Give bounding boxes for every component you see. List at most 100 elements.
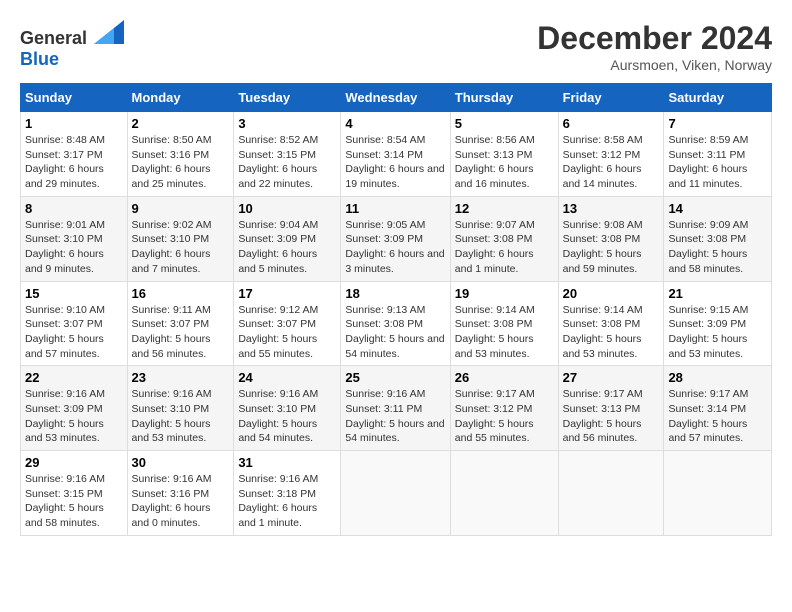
day-info: Sunrise: 9:14 AMSunset: 3:08 PMDaylight:… <box>563 304 643 360</box>
day-number: 18 <box>345 286 445 301</box>
day-number: 26 <box>455 370 554 385</box>
calendar-cell: 21 Sunrise: 9:15 AMSunset: 3:09 PMDayligh… <box>664 281 772 366</box>
day-info: Sunrise: 9:08 AMSunset: 3:08 PMDaylight:… <box>563 219 643 275</box>
day-info: Sunrise: 9:16 AMSunset: 3:18 PMDaylight:… <box>238 473 318 529</box>
calendar-cell: 25Sunrise: 9:16 AMSunset: 3:11 PMDayligh… <box>341 366 450 451</box>
calendar-cell: 4Sunrise: 8:54 AMSunset: 3:14 PMDaylight… <box>341 112 450 197</box>
calendar-cell: 19Sunrise: 9:14 AMSunset: 3:08 PMDayligh… <box>450 281 558 366</box>
day-number: 3 <box>238 116 336 131</box>
logo: General Blue <box>20 20 124 70</box>
day-number: 1 <box>25 116 123 131</box>
day-info: Sunrise: 9:16 AMSunset: 3:10 PMDaylight:… <box>238 388 318 444</box>
day-info: Sunrise: 8:58 AMSunset: 3:12 PMDaylight:… <box>563 134 643 190</box>
day-info: Sunrise: 9:01 AMSunset: 3:10 PMDaylight:… <box>25 219 105 275</box>
day-number: 6 <box>563 116 660 131</box>
day-number: 24 <box>238 370 336 385</box>
day-info: Sunrise: 8:52 AMSunset: 3:15 PMDaylight:… <box>238 134 318 190</box>
weekday-header-saturday: Saturday <box>664 84 772 112</box>
day-info: Sunrise: 8:54 AMSunset: 3:14 PMDaylight:… <box>345 134 444 190</box>
calendar-cell: 22Sunrise: 9:16 AMSunset: 3:09 PMDayligh… <box>21 366 128 451</box>
day-number: 7 <box>668 116 767 131</box>
calendar-cell: 24 Sunrise: 9:16 AMSunset: 3:10 PMDayligh… <box>234 366 341 451</box>
day-info: Sunrise: 9:16 AMSunset: 3:09 PMDaylight:… <box>25 388 105 444</box>
day-info: Sunrise: 9:16 AMSunset: 3:10 PMDaylight:… <box>132 388 212 444</box>
day-number: 8 <box>25 201 123 216</box>
calendar-cell: 30Sunrise: 9:16 AMSunset: 3:16 PMDayligh… <box>127 451 234 536</box>
weekday-header-tuesday: Tuesday <box>234 84 341 112</box>
weekday-header-wednesday: Wednesday <box>341 84 450 112</box>
logo-blue: Blue <box>20 49 59 69</box>
calendar-cell: 27 Sunrise: 9:17 AMSunset: 3:13 PMDayligh… <box>558 366 664 451</box>
day-info: Sunrise: 8:59 AMSunset: 3:11 PMDaylight:… <box>668 134 748 190</box>
day-number: 5 <box>455 116 554 131</box>
calendar-cell: 15 Sunrise: 9:10 AMSunset: 3:07 PMDayligh… <box>21 281 128 366</box>
calendar-header: SundayMondayTuesdayWednesdayThursdayFrid… <box>21 84 772 112</box>
day-info: Sunrise: 9:07 AMSunset: 3:08 PMDaylight:… <box>455 219 535 275</box>
day-number: 13 <box>563 201 660 216</box>
day-number: 21 <box>668 286 767 301</box>
calendar-cell: 6 Sunrise: 8:58 AMSunset: 3:12 PMDaylight… <box>558 112 664 197</box>
title-block: December 2024 Aursmoen, Viken, Norway <box>537 20 772 73</box>
calendar-cell: 13 Sunrise: 9:08 AMSunset: 3:08 PMDayligh… <box>558 196 664 281</box>
calendar-table: SundayMondayTuesdayWednesdayThursdayFrid… <box>20 83 772 536</box>
calendar-cell: 28Sunrise: 9:17 AMSunset: 3:14 PMDayligh… <box>664 366 772 451</box>
day-number: 9 <box>132 201 230 216</box>
weekday-header-sunday: Sunday <box>21 84 128 112</box>
day-number: 2 <box>132 116 230 131</box>
day-number: 20 <box>563 286 660 301</box>
day-info: Sunrise: 9:09 AMSunset: 3:08 PMDaylight:… <box>668 219 748 275</box>
weekday-header-friday: Friday <box>558 84 664 112</box>
calendar-cell <box>341 451 450 536</box>
day-info: Sunrise: 9:11 AMSunset: 3:07 PMDaylight:… <box>132 304 211 360</box>
day-info: Sunrise: 9:05 AMSunset: 3:09 PMDaylight:… <box>345 219 444 275</box>
day-info: Sunrise: 9:10 AMSunset: 3:07 PMDaylight:… <box>25 304 105 360</box>
calendar-cell: 3 Sunrise: 8:52 AMSunset: 3:15 PMDaylight… <box>234 112 341 197</box>
calendar-cell <box>664 451 772 536</box>
calendar-week-2: 8 Sunrise: 9:01 AMSunset: 3:10 PMDaylight… <box>21 196 772 281</box>
day-number: 17 <box>238 286 336 301</box>
day-info: Sunrise: 9:12 AMSunset: 3:07 PMDaylight:… <box>238 304 318 360</box>
day-number: 19 <box>455 286 554 301</box>
calendar-cell: 2 Sunrise: 8:50 AMSunset: 3:16 PMDaylight… <box>127 112 234 197</box>
calendar-cell: 1 Sunrise: 8:48 AMSunset: 3:17 PMDaylight… <box>21 112 128 197</box>
calendar-cell: 10 Sunrise: 9:04 AMSunset: 3:09 PMDayligh… <box>234 196 341 281</box>
calendar-cell: 29Sunrise: 9:16 AMSunset: 3:15 PMDayligh… <box>21 451 128 536</box>
calendar-body: 1 Sunrise: 8:48 AMSunset: 3:17 PMDaylight… <box>21 112 772 536</box>
logo-icon <box>94 20 124 44</box>
day-info: Sunrise: 8:56 AMSunset: 3:13 PMDaylight:… <box>455 134 535 190</box>
calendar-cell: 18Sunrise: 9:13 AMSunset: 3:08 PMDayligh… <box>341 281 450 366</box>
day-info: Sunrise: 8:48 AMSunset: 3:17 PMDaylight:… <box>25 134 105 190</box>
calendar-cell: 12 Sunrise: 9:07 AMSunset: 3:08 PMDayligh… <box>450 196 558 281</box>
calendar-cell: 14 Sunrise: 9:09 AMSunset: 3:08 PMDayligh… <box>664 196 772 281</box>
calendar-cell: 8 Sunrise: 9:01 AMSunset: 3:10 PMDaylight… <box>21 196 128 281</box>
calendar-cell <box>450 451 558 536</box>
calendar-cell: 31Sunrise: 9:16 AMSunset: 3:18 PMDayligh… <box>234 451 341 536</box>
day-info: Sunrise: 8:50 AMSunset: 3:16 PMDaylight:… <box>132 134 212 190</box>
day-info: Sunrise: 9:16 AMSunset: 3:16 PMDaylight:… <box>132 473 212 529</box>
month-title: December 2024 <box>537 20 772 57</box>
day-number: 25 <box>345 370 445 385</box>
day-info: Sunrise: 9:16 AMSunset: 3:15 PMDaylight:… <box>25 473 105 529</box>
day-info: Sunrise: 9:15 AMSunset: 3:09 PMDaylight:… <box>668 304 748 360</box>
calendar-cell: 16Sunrise: 9:11 AMSunset: 3:07 PMDayligh… <box>127 281 234 366</box>
day-number: 12 <box>455 201 554 216</box>
calendar-week-1: 1 Sunrise: 8:48 AMSunset: 3:17 PMDaylight… <box>21 112 772 197</box>
weekday-header-thursday: Thursday <box>450 84 558 112</box>
logo-text: General Blue <box>20 20 124 70</box>
day-number: 14 <box>668 201 767 216</box>
calendar-cell: 7 Sunrise: 8:59 AMSunset: 3:11 PMDaylight… <box>664 112 772 197</box>
weekday-header-row: SundayMondayTuesdayWednesdayThursdayFrid… <box>21 84 772 112</box>
calendar-cell <box>558 451 664 536</box>
day-number: 10 <box>238 201 336 216</box>
day-info: Sunrise: 9:04 AMSunset: 3:09 PMDaylight:… <box>238 219 318 275</box>
day-number: 23 <box>132 370 230 385</box>
calendar-cell: 9Sunrise: 9:02 AMSunset: 3:10 PMDaylight… <box>127 196 234 281</box>
day-info: Sunrise: 9:17 AMSunset: 3:13 PMDaylight:… <box>563 388 643 444</box>
day-number: 27 <box>563 370 660 385</box>
day-info: Sunrise: 9:17 AMSunset: 3:12 PMDaylight:… <box>455 388 535 444</box>
page-header: General Blue December 2024 Aursmoen, Vik… <box>20 20 772 73</box>
day-number: 11 <box>345 201 445 216</box>
calendar-week-3: 15 Sunrise: 9:10 AMSunset: 3:07 PMDayligh… <box>21 281 772 366</box>
day-number: 15 <box>25 286 123 301</box>
calendar-cell: 23 Sunrise: 9:16 AMSunset: 3:10 PMDayligh… <box>127 366 234 451</box>
